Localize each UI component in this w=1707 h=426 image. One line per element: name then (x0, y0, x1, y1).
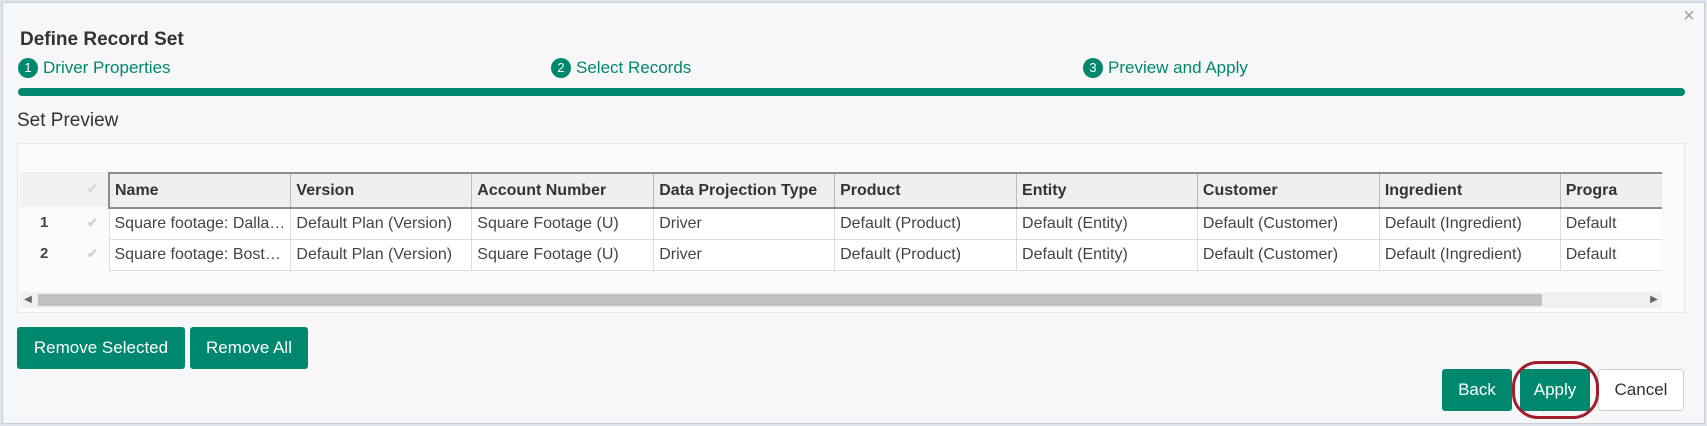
step-number: 2 (551, 58, 571, 78)
row-selector[interactable]: 1 ✔ (20, 207, 108, 238)
scrollbar-thumb[interactable] (38, 294, 1542, 306)
close-icon[interactable]: × (1680, 6, 1698, 26)
cancel-button[interactable]: Cancel (1598, 369, 1684, 411)
step-label: Preview and Apply (1108, 58, 1248, 77)
row-number-column: ✔ 1 ✔ 2 ✔ (20, 172, 108, 269)
cell-ingredient: Default (Ingredient) (1378, 238, 1561, 271)
cell-program: Default (1559, 207, 1662, 240)
preview-grid: ✔ 1 ✔ 2 ✔ Name Version Account Number Da… (17, 143, 1685, 313)
cell-data-projection-type: Driver (653, 207, 836, 240)
cell-entity: Default (Entity) (1016, 238, 1198, 271)
wizard-steps: 1 Driver Properties 2 Select Records 3 P… (16, 56, 1685, 102)
table-row[interactable]: Square footage: Dallas … Default Plan (V… (108, 207, 1662, 240)
wizard-step-driver-properties[interactable]: 1 Driver Properties (18, 58, 171, 78)
column-header-customer[interactable]: Customer (1196, 172, 1380, 209)
row-selector[interactable]: 2 ✔ (20, 238, 108, 269)
set-preview-heading: Set Preview (17, 110, 119, 131)
row-number: 2 (40, 245, 49, 262)
cell-account-number: Square Footage (U) (471, 207, 655, 240)
column-header-entity[interactable]: Entity (1016, 172, 1198, 209)
step-number: 3 (1083, 58, 1103, 78)
cell-customer: Default (Customer) (1196, 238, 1380, 271)
cell-version: Default Plan (Version) (290, 238, 473, 271)
remove-selected-button[interactable]: Remove Selected (17, 327, 185, 369)
cell-entity: Default (Entity) (1016, 207, 1198, 240)
select-all-header[interactable]: ✔ (20, 172, 108, 207)
cell-ingredient: Default (Ingredient) (1378, 207, 1561, 240)
column-header-data-projection-type[interactable]: Data Projection Type (653, 172, 836, 209)
remove-all-button[interactable]: Remove All (190, 327, 308, 369)
check-icon: ✔ (87, 215, 98, 230)
cell-product: Default (Product) (834, 238, 1018, 271)
cell-data-projection-type: Driver (653, 238, 836, 271)
back-button[interactable]: Back (1442, 369, 1512, 411)
cell-version: Default Plan (Version) (290, 207, 473, 240)
wizard-step-select-records[interactable]: 2 Select Records (551, 58, 691, 78)
step-number: 1 (18, 58, 38, 78)
column-header-version[interactable]: Version (290, 172, 473, 209)
preview-table: Name Version Account Number Data Project… (108, 172, 1662, 271)
cell-customer: Default (Customer) (1196, 207, 1380, 240)
cell-product: Default (Product) (834, 207, 1018, 240)
scroll-left-icon[interactable]: ◀ (20, 292, 36, 308)
horizontal-scrollbar[interactable]: ◀ ▶ (20, 292, 1662, 308)
apply-button[interactable]: Apply (1520, 369, 1590, 411)
step-label: Select Records (576, 58, 692, 77)
column-header-product[interactable]: Product (834, 172, 1018, 209)
step-label: Driver Properties (43, 58, 171, 77)
scroll-right-icon[interactable]: ▶ (1646, 292, 1662, 308)
wizard-progress-bar (18, 88, 1685, 96)
check-icon: ✔ (87, 246, 98, 261)
column-header-program[interactable]: Progra (1559, 172, 1662, 209)
column-header-account-number[interactable]: Account Number (471, 172, 655, 209)
dialog-title: Define Record Set (20, 29, 184, 50)
cell-program: Default (1559, 238, 1662, 271)
cell-name: Square footage: Bosto… (108, 238, 292, 271)
column-header-ingredient[interactable]: Ingredient (1378, 172, 1561, 209)
row-number: 1 (40, 214, 49, 231)
check-icon: ✔ (87, 181, 98, 196)
column-header-name[interactable]: Name (108, 172, 292, 209)
cell-name: Square footage: Dallas … (108, 207, 292, 240)
wizard-step-preview-and-apply[interactable]: 3 Preview and Apply (1083, 58, 1248, 78)
table-header-row: Name Version Account Number Data Project… (108, 172, 1662, 209)
table-row[interactable]: Square footage: Bosto… Default Plan (Ver… (108, 238, 1662, 271)
cell-account-number: Square Footage (U) (471, 238, 655, 271)
